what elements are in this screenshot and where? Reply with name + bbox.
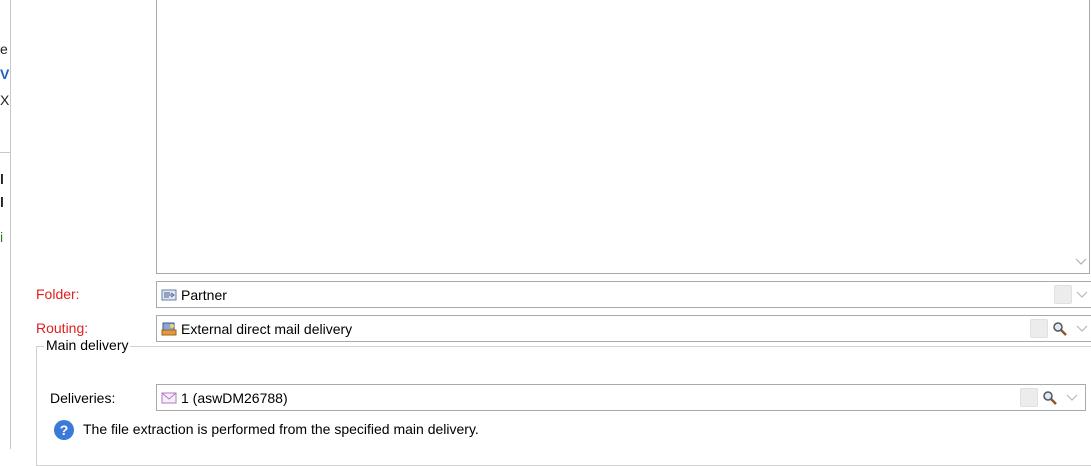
magnifier-icon[interactable] [1042,390,1058,406]
left-panel-fragment: l [0,171,4,187]
deliveries-select-button[interactable] [1020,388,1038,407]
left-panel: e V X l l i [0,0,10,449]
deliveries-value: 1 (aswDM26788) [181,390,288,406]
description-textarea[interactable] [156,0,1090,274]
folder-select-button[interactable] [1054,285,1072,304]
left-panel-fragment: l [0,194,4,210]
left-panel-fragment: V [0,66,10,82]
folder-label: Folder: [36,286,80,302]
chevron-down-icon[interactable] [1076,290,1088,300]
help-icon: ? [54,420,74,440]
left-panel-fragment: e [0,41,8,57]
folder-value: Partner [181,287,227,303]
chevron-down-icon[interactable] [1066,393,1078,403]
delivery-icon [161,392,177,404]
left-panel-separator [0,152,10,153]
help-text: The file extraction is performed from th… [83,421,479,437]
main-delivery-group-title: Main delivery [44,337,131,353]
routing-value: External direct mail delivery [181,321,353,337]
routing-label: Routing: [36,320,89,336]
left-panel-fragment: X [0,92,10,108]
routing-field[interactable]: External direct mail delivery [156,315,1091,342]
folder-field[interactable]: Partner [156,281,1091,308]
scroll-down-icon[interactable] [1075,257,1087,267]
magnifier-icon[interactable] [1052,321,1068,337]
panel-divider[interactable] [10,0,11,449]
deliveries-label: Deliveries: [50,390,116,406]
routing-select-button[interactable] [1030,319,1048,338]
chevron-down-icon[interactable] [1076,324,1088,334]
deliveries-field[interactable]: 1 (aswDM26788) [156,384,1086,411]
folder-partner-icon [161,289,177,301]
mail-routing-icon [161,322,177,336]
left-panel-fragment: i [0,229,4,245]
